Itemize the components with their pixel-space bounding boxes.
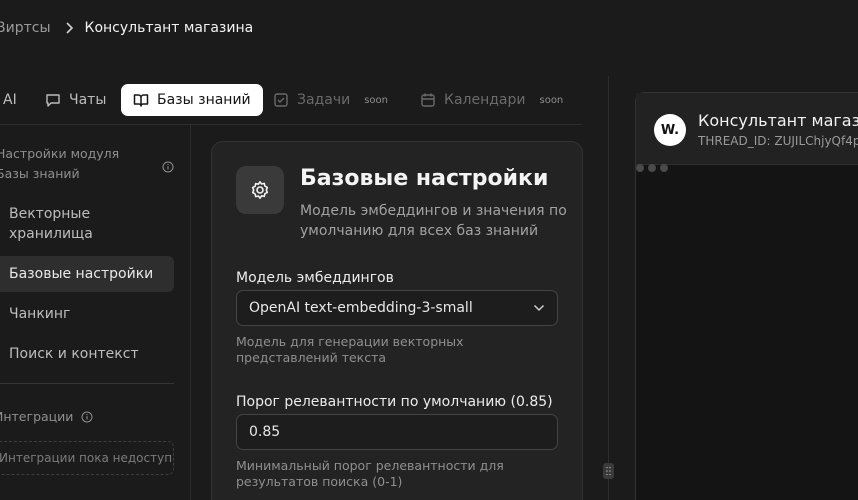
threshold-value: 0.85 <box>249 424 281 440</box>
typing-indicator <box>636 164 668 172</box>
embedding-model-help: Модель для генерации векторных представл… <box>236 334 464 365</box>
embedding-model-select[interactable]: OpenAI text-embedding-3-small <box>236 290 558 326</box>
sidebar-item-search-context[interactable]: Поиск и контекст <box>0 336 174 372</box>
sidebar-item-chunking[interactable]: Чанкинг <box>0 296 174 332</box>
tab-tasks[interactable]: Задачи soon <box>273 84 388 116</box>
chevron-down-icon <box>533 304 545 312</box>
sidebar-item-label: Векторные хранилища <box>9 206 93 242</box>
tab-label: AI <box>3 92 17 108</box>
integrations-heading: Интеграции <box>0 409 93 424</box>
calendar-icon <box>421 93 435 107</box>
module-tabs: AI Чаты Базы знаний Задачи soon Календар… <box>0 84 582 116</box>
sidebar-item-label: Чанкинг <box>9 306 71 322</box>
soon-badge: soon <box>539 94 564 106</box>
tab-chats[interactable]: Чаты <box>45 84 106 116</box>
panel-splitter <box>608 76 609 500</box>
sidebar-item-label: Базовые настройки <box>9 266 154 282</box>
breadcrumb-current: Консультант магазина <box>84 20 254 36</box>
sidebar-item-label: Поиск и контекст <box>9 346 139 362</box>
info-icon[interactable] <box>81 411 93 423</box>
tabs-divider <box>0 124 582 125</box>
gear-icon <box>251 181 269 199</box>
thread-id: THREAD_ID: ZUJILChjyQf4pw <box>698 134 858 148</box>
book-open-icon <box>133 94 149 107</box>
typing-dot <box>660 164 668 172</box>
sidebar-separator <box>0 383 174 384</box>
typing-dot <box>636 164 644 172</box>
sidebar-divider <box>190 125 191 500</box>
breadcrumb-parent-link[interactable]: Виртсы <box>0 20 51 36</box>
threshold-help: Минимальный порог релевантности для резу… <box>236 458 504 489</box>
integrations-empty-state: Интеграции пока недоступны <box>0 441 174 475</box>
tab-label: Календари <box>444 92 526 108</box>
breadcrumb: Виртсы Консультант магазина <box>0 17 253 39</box>
integrations-heading-label: Интеграции <box>0 409 74 424</box>
typing-dot <box>648 164 656 172</box>
avatar: W. <box>654 114 686 146</box>
grip-icon <box>606 466 611 476</box>
tab-calendars[interactable]: Календари soon <box>420 84 563 116</box>
tab-ai[interactable]: AI <box>3 84 17 116</box>
settings-icon-tile <box>236 166 284 214</box>
chat-preview-title: Консультант магазина <box>698 111 858 130</box>
resize-handle[interactable] <box>603 463 614 479</box>
tab-label: Базы знаний <box>157 92 251 108</box>
tab-label: Чаты <box>69 92 107 108</box>
soon-badge: soon <box>364 94 388 106</box>
tab-knowledge-bases[interactable]: Базы знаний <box>121 84 263 116</box>
info-icon[interactable] <box>162 158 174 177</box>
embedding-model-value: OpenAI text-embedding-3-small <box>249 300 473 316</box>
sidebar-heading: Настройки модуля Базы знаний <box>0 146 120 181</box>
threshold-input[interactable]: 0.85 <box>236 414 558 450</box>
tab-label: Задачи <box>297 92 351 108</box>
chat-icon <box>46 94 60 107</box>
card-title: Базовые настройки <box>300 166 549 191</box>
sidebar-item-base-settings[interactable]: Базовые настройки <box>0 256 174 292</box>
sidebar-item-vector-stores[interactable]: Векторные хранилища <box>0 204 174 244</box>
embedding-model-label: Модель эмбеддингов <box>236 270 394 286</box>
card-subtitle: Модель эмбеддингов и значения по умолчан… <box>300 203 567 239</box>
checkbox-icon <box>274 93 288 107</box>
threshold-label: Порог релевантности по умолчанию (0.85) <box>236 394 553 410</box>
chevron-right-icon <box>65 22 73 34</box>
